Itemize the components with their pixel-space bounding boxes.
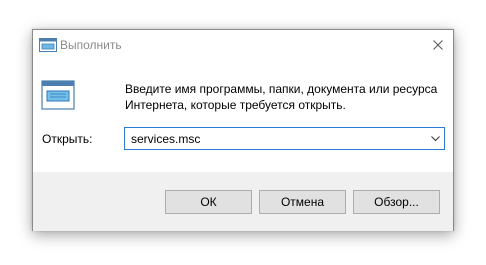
chevron-down-icon: [430, 135, 440, 141]
command-combobox[interactable]: services.msc: [124, 127, 445, 150]
browse-button[interactable]: Обзор...: [353, 190, 440, 214]
run-icon: [41, 80, 75, 110]
run-dialog: Выполнить Введите имя программы, папки, …: [32, 29, 454, 231]
dropdown-button[interactable]: [426, 128, 444, 149]
dialog-body: Введите имя программы, папки, документа …: [33, 60, 453, 172]
window-title: Выполнить: [60, 38, 122, 52]
instruction-text: Введите имя программы, папки, документа …: [125, 82, 438, 112]
command-input[interactable]: services.msc: [131, 132, 200, 146]
close-icon: [433, 40, 443, 50]
title-bar[interactable]: Выполнить: [33, 30, 453, 60]
close-button[interactable]: [423, 30, 453, 60]
ok-button[interactable]: ОК: [165, 190, 252, 214]
button-bar: ОК Отмена Обзор...: [33, 172, 453, 231]
cancel-button[interactable]: Отмена: [259, 190, 346, 214]
run-icon: [39, 38, 57, 52]
open-label: Открыть:: [42, 132, 93, 146]
